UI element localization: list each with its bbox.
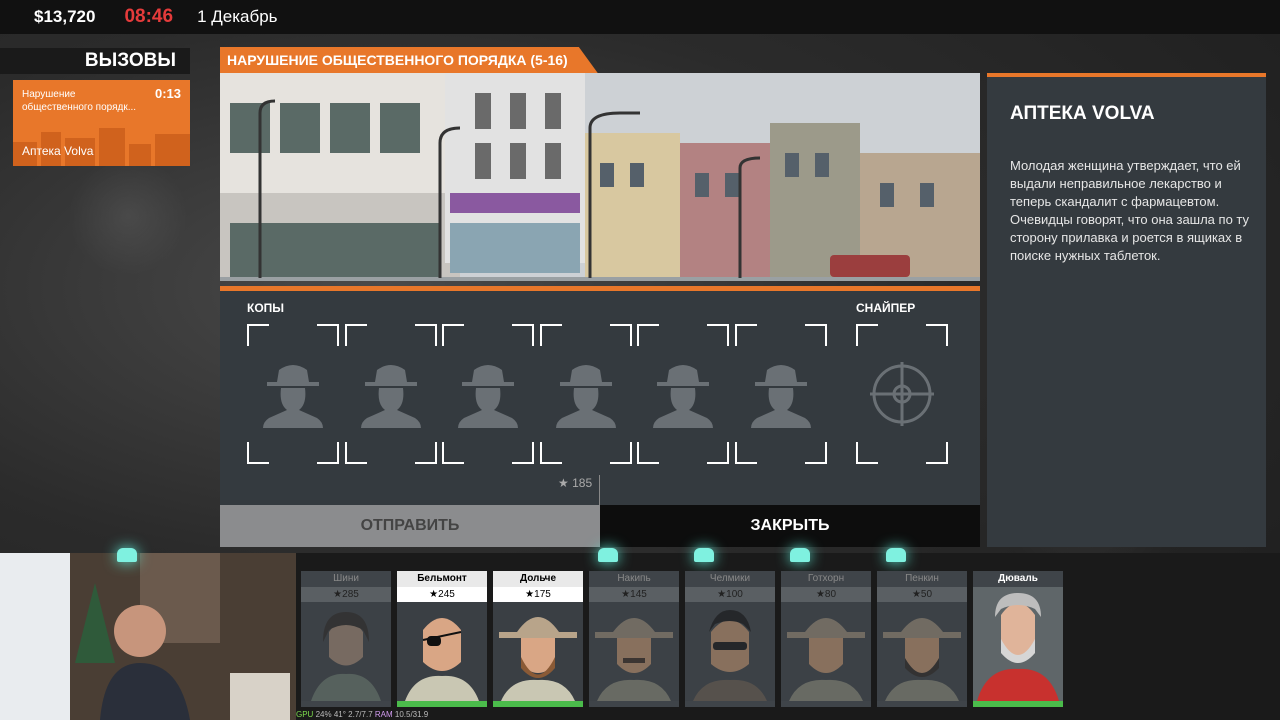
gpu-value: 24% [315, 710, 332, 719]
close-button[interactable]: ЗАКРЫТЬ [600, 505, 980, 547]
unit-rank-value: 145 [630, 589, 647, 600]
cop-silhouette-icon [751, 365, 811, 428]
call-timer: 0:13 [154, 86, 181, 101]
cops-label: КОПЫ [247, 301, 285, 315]
unit-portrait [781, 602, 871, 701]
scene-illustration [220, 73, 980, 281]
unit-rank: ★80 [781, 587, 871, 602]
unit-rank: ★145 [589, 587, 679, 602]
unit-card[interactable]: Готхорн ★80 [781, 571, 871, 707]
unit-rank-value: 100 [726, 589, 743, 600]
unit-portrait [877, 602, 967, 701]
cop-slot-5[interactable] [637, 324, 729, 464]
ready-bar [973, 701, 1063, 707]
cop-slot-2[interactable] [345, 324, 437, 464]
unit-portrait [685, 602, 775, 701]
cop-silhouette-icon [361, 365, 421, 428]
unit-rank-value: 50 [920, 589, 933, 600]
unit-name: Шини [301, 571, 391, 587]
call-title: Нарушение общественного порядк... [22, 89, 137, 113]
ram-label: RAM [374, 710, 393, 719]
status-light [694, 548, 714, 562]
event-title: НАРУШЕНИЕ ОБЩЕСТВЕННОГО ПОРЯДКА (5-16) [220, 47, 598, 73]
unit-portrait [589, 602, 679, 701]
unit-rank-value: 285 [342, 589, 359, 600]
unit-rank: ★175 [493, 587, 583, 602]
unit-rank: ★285 [301, 587, 391, 602]
gpu-temp: 41° [333, 710, 346, 719]
location-name: АПТЕКА VOLVA [1010, 103, 1155, 124]
unit-rank: ★100 [685, 587, 775, 602]
status-light [886, 548, 906, 562]
call-location: Аптека Volva [22, 144, 94, 158]
event-description: Молодая женщина утверждает, что ей выдал… [1010, 158, 1250, 263]
cop-slot-1[interactable] [247, 324, 339, 464]
call-card[interactable]: Нарушение общественного порядк... 0:13 А… [13, 80, 190, 166]
unit-card[interactable]: Шини ★285 [301, 571, 391, 707]
perf-overlay: GPU 24% 41° 2.7/7.7 RAM 10.5/31.9 [296, 710, 428, 719]
unit-rank-value: 80 [824, 589, 837, 600]
sniper-label: СНАЙПЕР [856, 301, 916, 315]
cop-slot-6[interactable] [735, 324, 827, 464]
ready-bar [493, 701, 583, 707]
webcam-image [0, 553, 296, 720]
gpu-label: GPU [296, 710, 314, 719]
unit-portrait [973, 587, 1063, 701]
unit-name: Пенкин [877, 571, 967, 587]
unit-rank-value: 245 [438, 589, 455, 600]
unit-name: Дюваль [973, 571, 1063, 587]
vram-value: 2.7/7.7 [348, 710, 373, 719]
cost-value: 185 [572, 476, 593, 490]
cost-display: ★ 185 [558, 476, 593, 490]
info-panel: АПТЕКА VOLVA Молодая женщина утверждает,… [987, 73, 1266, 547]
unit-name: Дольче [493, 571, 583, 587]
unit-card[interactable]: Дюваль [973, 571, 1063, 707]
unit-name: Готхорн [781, 571, 871, 587]
unit-portrait [493, 602, 583, 701]
cop-silhouette-icon [556, 365, 616, 428]
unit-name: Бельмонт [397, 571, 487, 587]
unit-card[interactable]: Дольче ★175 [493, 571, 583, 707]
ram-value: 10.5/31.9 [394, 710, 429, 719]
status-light [790, 548, 810, 562]
status-light [117, 548, 137, 562]
cop-slot-4[interactable] [540, 324, 632, 464]
status-light [598, 548, 618, 562]
unit-card[interactable]: Накипь ★145 [589, 571, 679, 707]
unit-rank: ★50 [877, 587, 967, 602]
game-date: 1 Декабрь [197, 7, 278, 26]
send-button[interactable]: ОТПРАВИТЬ [220, 505, 600, 547]
webcam-overlay [0, 553, 296, 720]
unit-name: Челмики [685, 571, 775, 587]
cost-marker [599, 475, 600, 505]
cop-silhouette-icon [263, 365, 323, 428]
ready-bar [397, 701, 487, 707]
top-hud: $13,720 08:46 1 Декабрь [0, 0, 1280, 34]
crosshair-icon [870, 362, 934, 426]
calls-header: ВЫЗОВЫ [0, 48, 190, 74]
unit-rank-value: 175 [534, 589, 551, 600]
cop-silhouette-icon [458, 365, 518, 428]
money-display: $13,720 [34, 7, 96, 26]
unit-name: Накипь [589, 571, 679, 587]
game-clock: 08:46 [124, 6, 174, 27]
cop-silhouette-icon [653, 365, 713, 428]
unit-rank: ★245 [397, 587, 487, 602]
unit-portrait [301, 602, 391, 701]
unit-card[interactable]: Челмики ★100 [685, 571, 775, 707]
sniper-slot[interactable] [856, 324, 948, 464]
unit-card[interactable]: Пенкин ★50 [877, 571, 967, 707]
unit-portrait [397, 602, 487, 701]
unit-card[interactable]: Бельмонт ★245 [397, 571, 487, 707]
cop-slot-3[interactable] [442, 324, 534, 464]
street-scene-image [220, 73, 980, 281]
